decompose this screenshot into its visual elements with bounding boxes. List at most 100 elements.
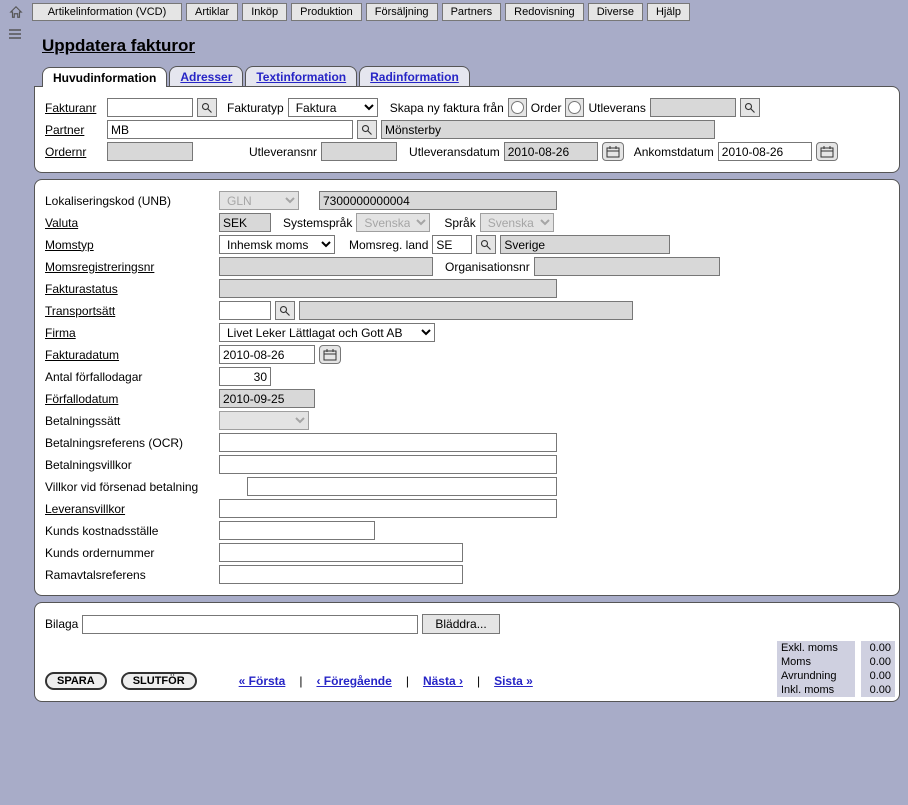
utlevdatum-calendar[interactable] xyxy=(602,142,624,161)
nav-sep: | xyxy=(299,674,302,688)
tab-adresser[interactable]: Adresser xyxy=(169,66,243,86)
fakturadatum-label: Fakturadatum xyxy=(45,348,215,362)
menu-inkop[interactable]: Inköp xyxy=(242,3,287,21)
moms-value: 0.00 xyxy=(861,655,895,669)
ocr-label: Betalningsreferens (OCR) xyxy=(45,436,215,450)
ankomst-calendar[interactable] xyxy=(816,142,838,161)
momsreg-land-name-display xyxy=(500,235,670,254)
partner-name-display xyxy=(381,120,715,139)
nav-first[interactable]: « Första xyxy=(239,674,286,688)
forsenad-label: Villkor vid försenad betalning xyxy=(45,480,243,494)
betalningsvillkor-input[interactable] xyxy=(219,455,557,474)
utlevdatum-input xyxy=(504,142,598,161)
utlevdatum-label: Utleveransdatum xyxy=(409,145,500,159)
tab-huvudinformation[interactable]: Huvudinformation xyxy=(42,67,167,87)
fakturadatum-input[interactable] xyxy=(219,345,315,364)
transportsatt-code-input[interactable] xyxy=(219,301,271,320)
lokaliseringskod-label: Lokaliseringskod (UNB) xyxy=(45,194,215,208)
bilaga-label: Bilaga xyxy=(45,617,78,631)
transportsatt-lookup[interactable] xyxy=(275,301,295,320)
tab-radinformation[interactable]: Radinformation xyxy=(359,66,470,86)
list-icon[interactable] xyxy=(3,24,27,44)
slutfor-button[interactable]: SLUTFÖR xyxy=(121,672,197,690)
skapa-label: Skapa ny faktura från xyxy=(390,101,504,115)
spara-button[interactable]: SPARA xyxy=(45,672,107,690)
firma-label: Firma xyxy=(45,326,215,340)
kunds-kost-input[interactable] xyxy=(219,521,375,540)
magnifier-icon xyxy=(480,239,492,251)
lok-typ-select: GLN xyxy=(219,191,299,210)
detail-panel: Lokaliseringskod (UNB) GLN Valuta System… xyxy=(34,179,900,596)
antal-forf-label: Antal förfallodagar xyxy=(45,370,215,384)
calendar-icon xyxy=(606,146,620,158)
menu-artikelinformation[interactable]: Artikelinformation (VCD) xyxy=(32,3,182,21)
exkl-value: 0.00 xyxy=(861,641,895,655)
bilaga-input[interactable] xyxy=(82,615,418,634)
utlevnr-input xyxy=(321,142,397,161)
nav-sep: | xyxy=(406,674,409,688)
fakturadatum-calendar[interactable] xyxy=(319,345,341,364)
menu-forsaljning[interactable]: Försäljning xyxy=(366,3,438,21)
skapa-val-input xyxy=(650,98,736,117)
tab-textinformation[interactable]: Textinformation xyxy=(245,66,357,86)
valuta-label: Valuta xyxy=(45,216,215,230)
ocr-input[interactable] xyxy=(219,433,557,452)
fakturanr-lookup[interactable] xyxy=(197,98,217,117)
forfallodatum-input xyxy=(219,389,315,408)
tab-strip: Huvudinformation Adresser Textinformatio… xyxy=(42,66,902,86)
momsreg-land-lookup[interactable] xyxy=(476,235,496,254)
skapa-order-radio[interactable] xyxy=(508,98,527,117)
calendar-icon xyxy=(323,349,337,361)
skapa-lookup[interactable] xyxy=(740,98,760,117)
fakturatyp-select[interactable]: Faktura xyxy=(288,98,378,117)
menu-produktion[interactable]: Produktion xyxy=(291,3,362,21)
fakturanr-input[interactable] xyxy=(107,98,193,117)
menu-redovisning[interactable]: Redovisning xyxy=(505,3,584,21)
momstyp-label: Momstyp xyxy=(45,238,215,252)
menu-hjalp[interactable]: Hjälp xyxy=(647,3,690,21)
partner-label: Partner xyxy=(45,123,103,137)
partner-lookup[interactable] xyxy=(357,120,377,139)
kunds-kost-label: Kunds kostnadsställe xyxy=(45,524,215,538)
side-toolbar xyxy=(0,24,30,44)
momsreg-land-code-input[interactable] xyxy=(432,235,472,254)
nav-next[interactable]: Nästa › xyxy=(423,674,463,688)
fakturastatus-input xyxy=(219,279,557,298)
page-title: Uppdatera fakturor xyxy=(42,36,902,56)
ankomst-input[interactable] xyxy=(718,142,812,161)
momstyp-select[interactable]: Inhemsk moms xyxy=(219,235,335,254)
forsenad-input[interactable] xyxy=(247,477,557,496)
partner-code-input[interactable] xyxy=(107,120,353,139)
kunds-order-input[interactable] xyxy=(219,543,463,562)
kunds-order-label: Kunds ordernummer xyxy=(45,546,215,560)
skapa-utlev-label: Utleverans xyxy=(588,101,645,115)
menu-partners[interactable]: Partners xyxy=(442,3,502,21)
antal-forf-input[interactable] xyxy=(219,367,271,386)
magnifier-icon xyxy=(361,124,373,136)
leveransvillkor-input[interactable] xyxy=(219,499,557,518)
menu-artiklar[interactable]: Artiklar xyxy=(186,3,238,21)
menu-diverse[interactable]: Diverse xyxy=(588,3,643,21)
momsregnr-label: Momsregistreringsnr xyxy=(45,260,215,274)
skapa-order-label: Order xyxy=(531,101,562,115)
momsreg-land-label: Momsreg. land xyxy=(349,238,428,252)
browse-button[interactable]: Bläddra... xyxy=(422,614,499,634)
fakturastatus-label: Fakturastatus xyxy=(45,282,215,296)
ramavtal-input[interactable] xyxy=(219,565,463,584)
calendar-icon xyxy=(820,146,834,158)
nav-prev[interactable]: ‹ Föregående xyxy=(316,674,391,688)
orgnr-input xyxy=(534,257,720,276)
avr-label: Avrundning xyxy=(777,669,855,683)
betalningssatt-label: Betalningssätt xyxy=(45,414,215,428)
fakturanr-label: Fakturanr xyxy=(45,101,103,115)
moms-label: Moms xyxy=(777,655,855,669)
firma-select[interactable]: Livet Leker Lättlagat och Gott AB xyxy=(219,323,435,342)
home-icon[interactable] xyxy=(4,2,28,22)
skapa-utlev-radio[interactable] xyxy=(565,98,584,117)
totals-block: Exkl. moms0.00 Moms0.00 Avrundning0.00 I… xyxy=(777,641,895,697)
exkl-label: Exkl. moms xyxy=(777,641,855,655)
avr-value: 0.00 xyxy=(861,669,895,683)
nav-last[interactable]: Sista » xyxy=(494,674,533,688)
momsregnr-input xyxy=(219,257,433,276)
fakturatyp-label: Fakturatyp xyxy=(227,101,284,115)
